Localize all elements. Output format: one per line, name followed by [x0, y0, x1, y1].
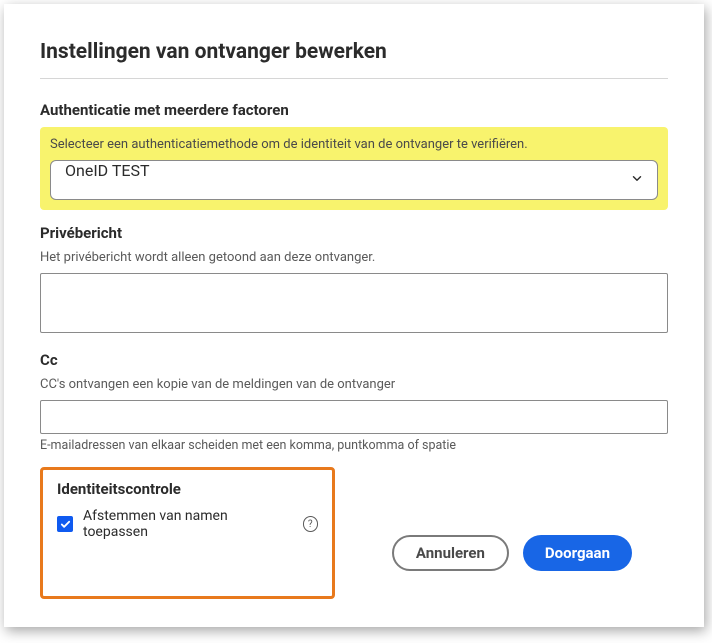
cc-hint: E-mailadressen van elkaar scheiden met e… — [40, 438, 668, 453]
help-icon[interactable]: ? — [303, 516, 319, 532]
dialog-buttons: Annuleren Doorgaan — [392, 535, 632, 571]
name-matching-checkbox[interactable] — [57, 516, 73, 532]
identity-check-highlight: Identiteitscontrole Afstemmen van namen … — [40, 467, 335, 599]
divider — [40, 78, 668, 79]
dialog-footer-area: Identiteitscontrole Afstemmen van namen … — [40, 467, 668, 599]
auth-highlight: Selecteer een authenticatiemethode om de… — [40, 127, 668, 210]
cc-helper: CC's ontvangen een kopie van de meldinge… — [40, 377, 668, 392]
page-title: Instellingen van ontvanger bewerken — [40, 40, 668, 64]
edit-recipient-settings-dialog: Instellingen van ontvanger bewerken Auth… — [4, 4, 704, 627]
auth-helper-text: Selecteer een authenticatiemethode om de… — [50, 137, 658, 152]
auth-method-select-wrap: OneID TEST — [50, 160, 658, 200]
private-message-input[interactable] — [40, 273, 668, 333]
name-matching-row: Afstemmen van namen toepassen ? — [57, 508, 318, 540]
cc-title: Cc — [40, 351, 668, 369]
private-message-title: Privébericht — [40, 224, 668, 242]
name-matching-label: Afstemmen van namen toepassen — [83, 508, 289, 540]
cc-input[interactable] — [40, 400, 668, 434]
auth-section: Authenticatie met meerdere factoren Sele… — [40, 101, 668, 210]
cancel-button[interactable]: Annuleren — [392, 535, 509, 571]
auth-method-select[interactable]: OneID TEST — [50, 160, 658, 200]
private-message-helper: Het privébericht wordt alleen getoond aa… — [40, 250, 668, 265]
continue-button[interactable]: Doorgaan — [523, 535, 632, 571]
identity-section-title: Identiteitscontrole — [57, 480, 318, 498]
private-message-section: Privébericht Het privébericht wordt alle… — [40, 224, 668, 337]
auth-section-title: Authenticatie met meerdere factoren — [40, 101, 668, 119]
check-icon — [60, 519, 71, 530]
cc-section: Cc CC's ontvangen een kopie van de meldi… — [40, 351, 668, 453]
